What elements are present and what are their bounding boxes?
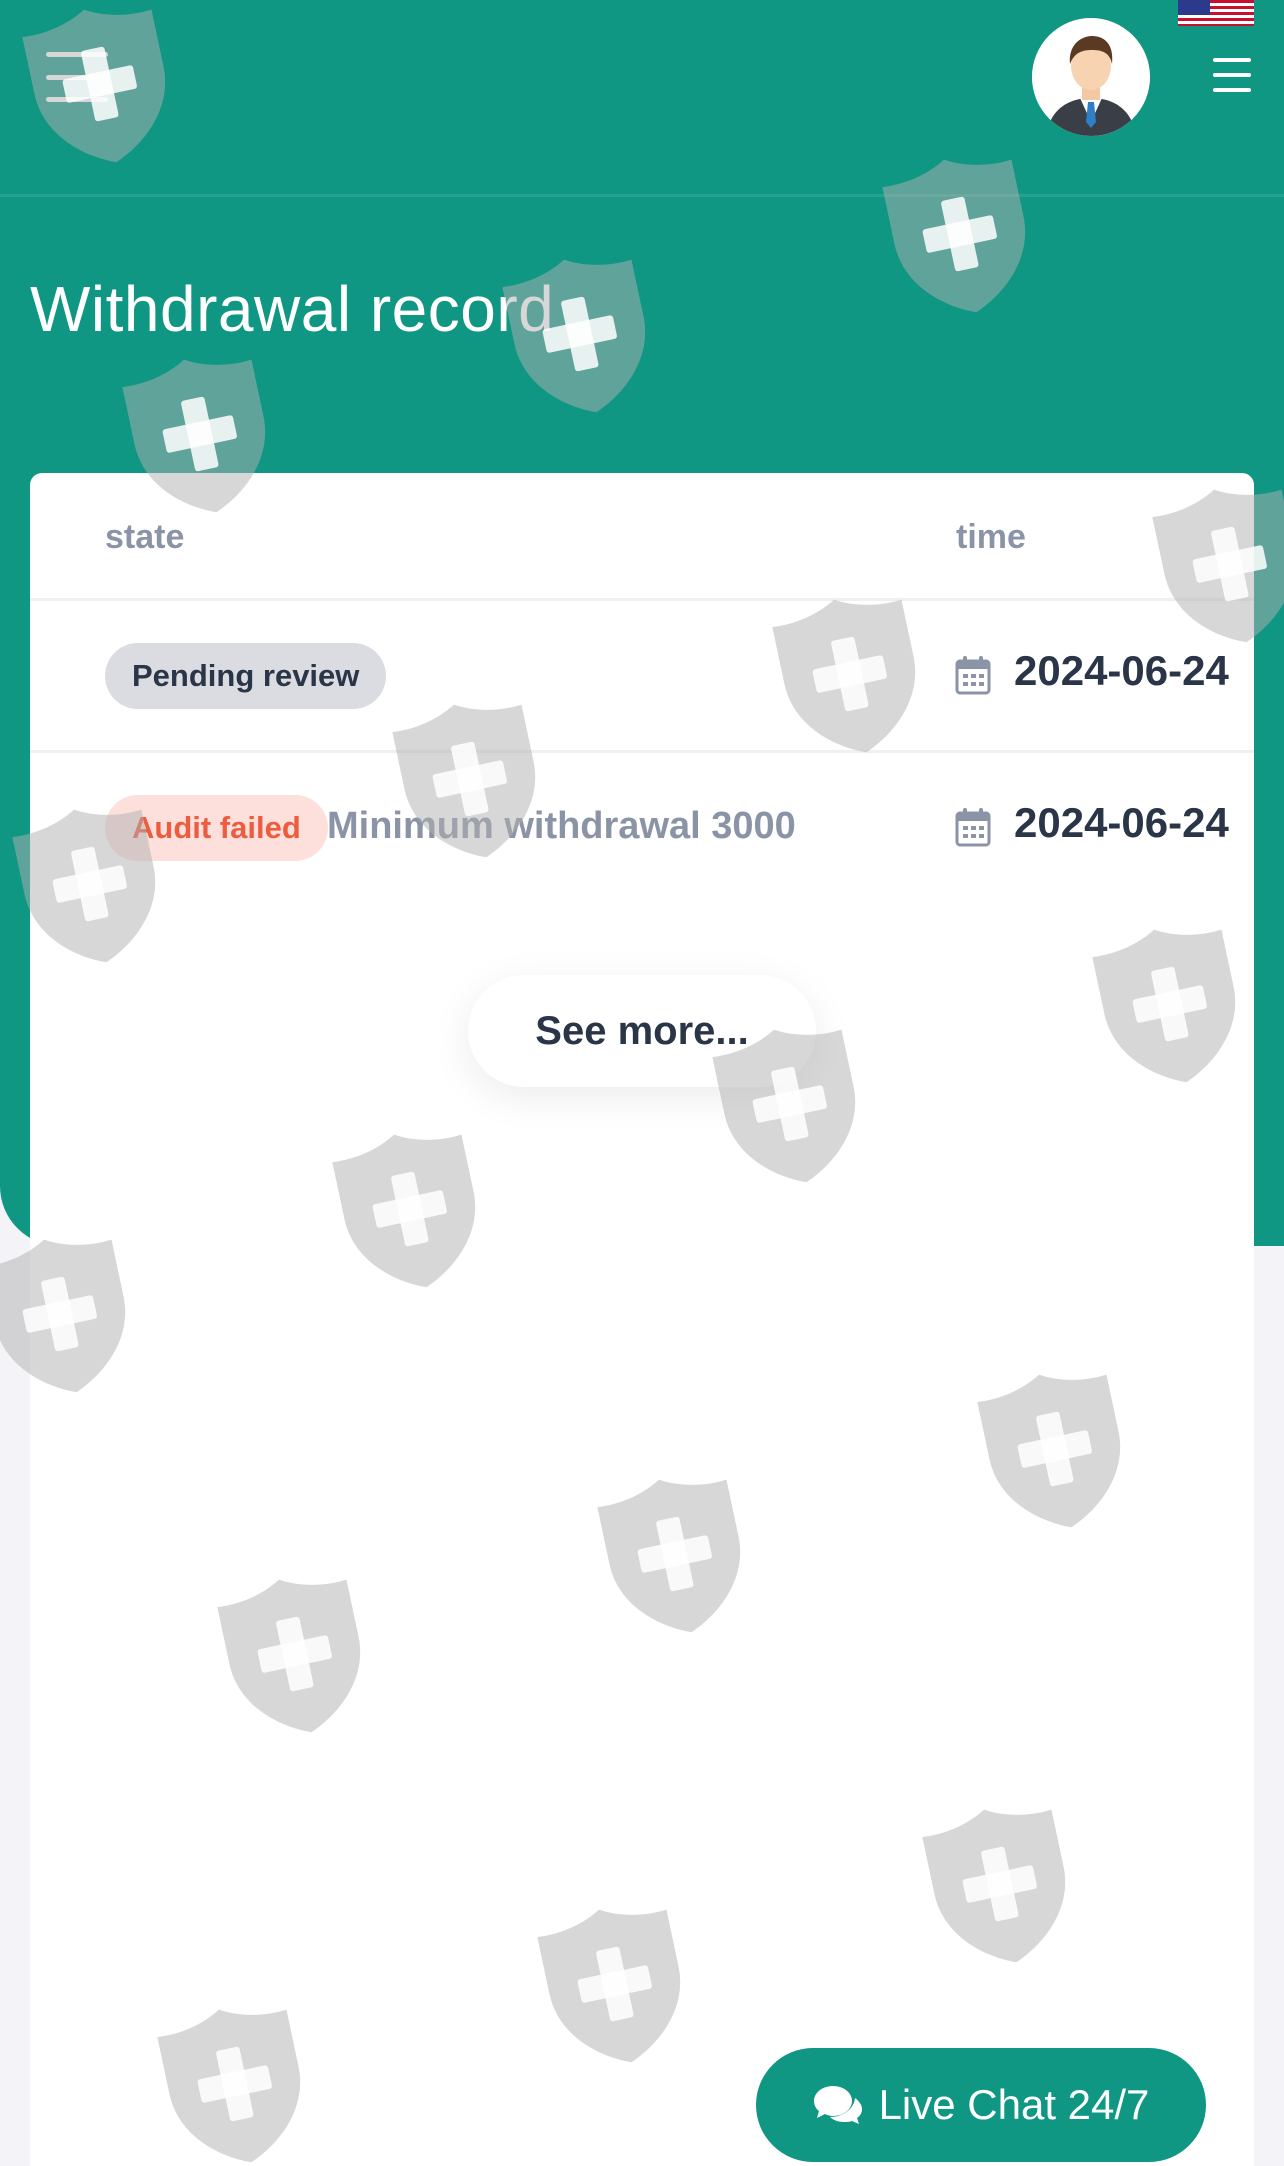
table-header: state time [30,473,1254,601]
hamburger-icon[interactable] [46,52,108,102]
menu-icon[interactable] [1213,58,1251,92]
record-date: 2024-06-24 [1014,647,1229,694]
live-chat-label: Live Chat 24/7 [878,2081,1150,2128]
status-badge: Pending review [105,643,387,709]
failure-reason: Minimum withdrawal 3000 [327,805,796,847]
page-title: Withdrawal record [30,273,555,345]
calendar-icon [955,808,991,847]
see-more-button[interactable]: See more... [468,975,816,1087]
live-chat-button[interactable]: Live Chat 24/7 [756,2048,1206,2162]
chat-bubbles-icon [813,2086,862,2124]
record-date: 2024-06-24 [1014,799,1229,846]
withdrawal-table-card: state time Pending review 2024-06-24 Aud… [30,473,1254,2166]
column-header-state: state [105,518,185,556]
column-header-time: time [956,518,1026,556]
calendar-icon [955,656,991,695]
table-row[interactable]: Audit failed Minimum withdrawal 3000 202… [30,753,1254,905]
table-row[interactable]: Pending review 2024-06-24 [30,601,1254,753]
user-avatar[interactable] [1032,18,1150,136]
status-badge: Audit failed [105,795,328,861]
withdrawal-record-page: Withdrawal record state time Pending rev… [0,0,1284,2166]
topbar-divider [0,194,1284,197]
us-flag-icon[interactable] [1178,0,1254,26]
